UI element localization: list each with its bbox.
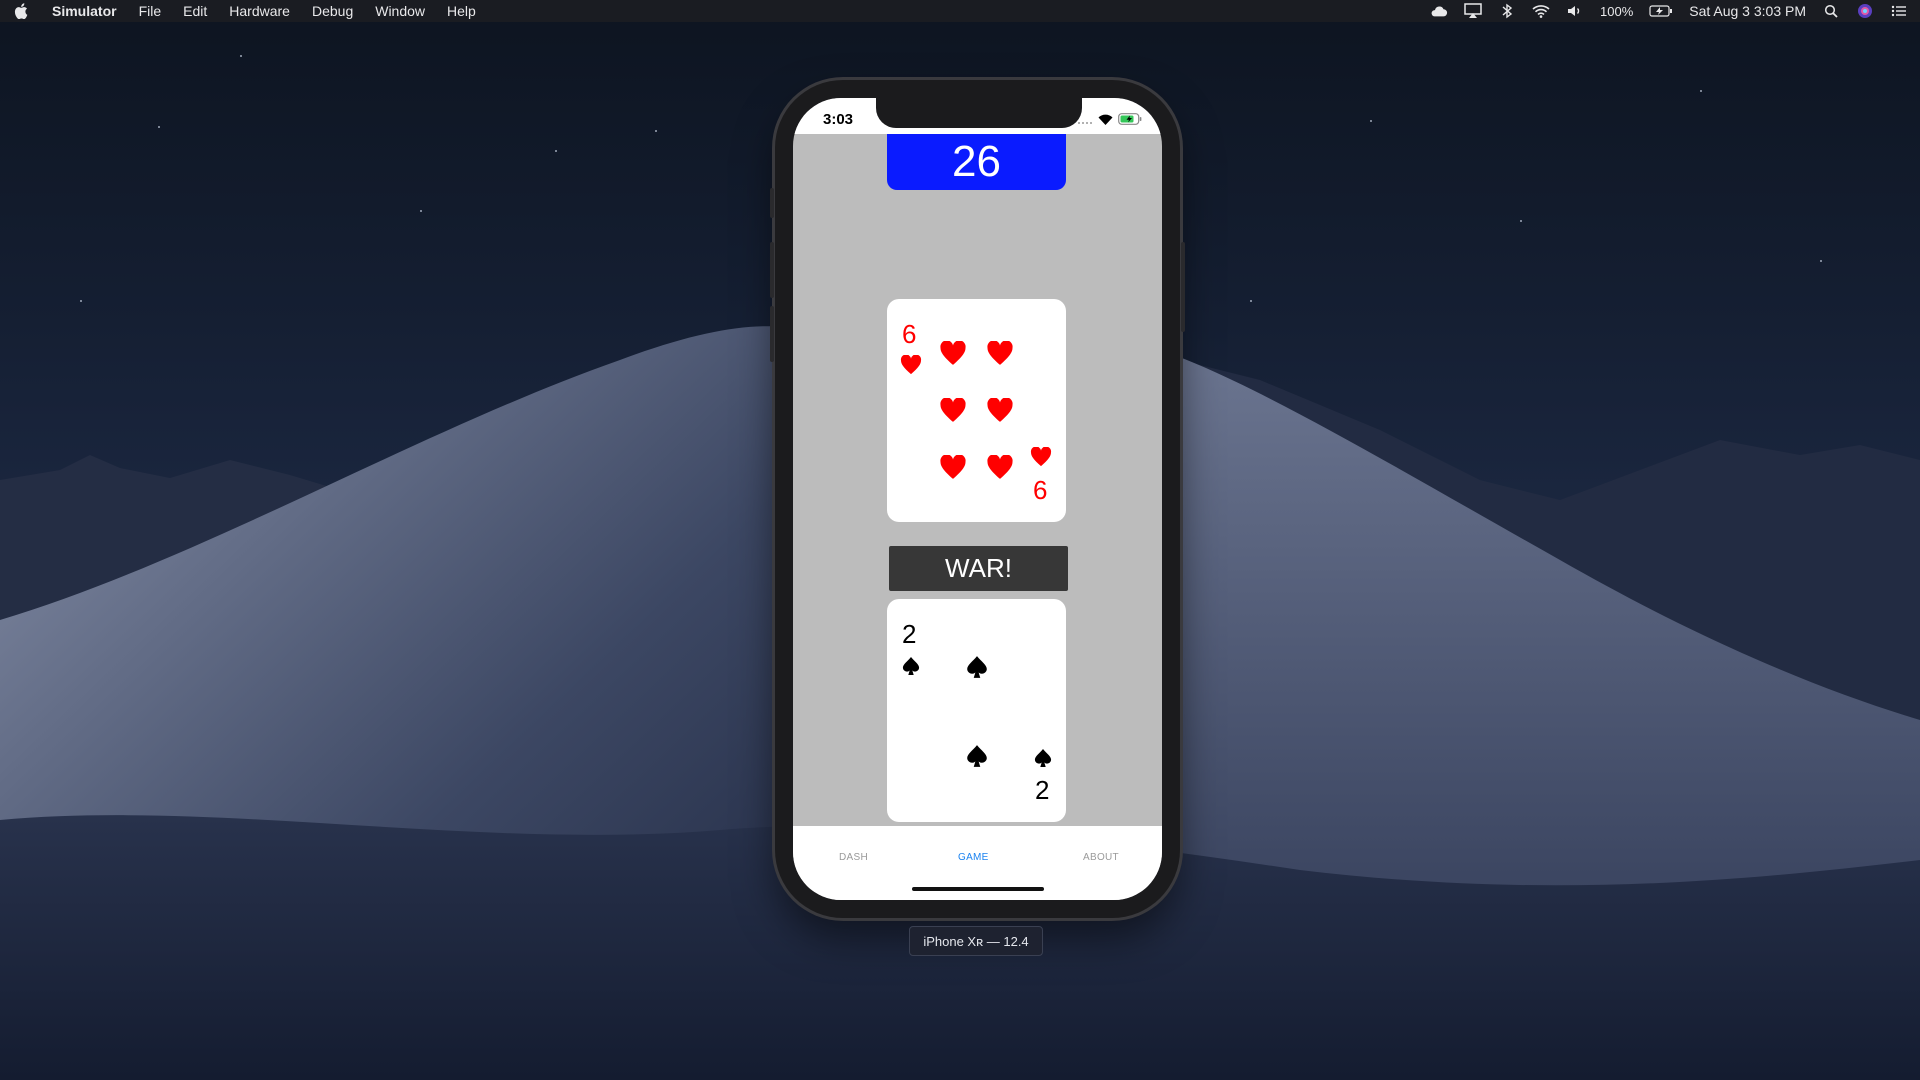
siri-icon[interactable] [1856,2,1874,20]
spade-icon [966,655,988,684]
menu-app-name[interactable]: Simulator [52,3,117,19]
airplay-icon[interactable] [1464,2,1482,20]
tab-game[interactable]: GAME [958,852,989,863]
card-rank-top: 2 [902,619,917,649]
tab-dash[interactable]: DASH [839,852,868,863]
apple-menu-icon[interactable] [12,2,30,20]
device-notch [876,98,1082,128]
battery-percent[interactable]: 100% [1600,4,1633,19]
war-button[interactable]: WAR! [889,546,1068,591]
menu-file[interactable]: File [139,3,162,19]
card-rank-top: 6 [902,319,917,349]
spade-icon [902,656,920,681]
menu-window[interactable]: Window [375,3,425,19]
status-time: 3:03 [823,111,854,128]
tab-about[interactable]: ABOUT [1083,852,1119,863]
spade-icon [1034,748,1052,773]
cloud-icon[interactable] [1430,2,1448,20]
bluetooth-icon[interactable] [1498,2,1516,20]
opponent-card-six-of-hearts: 6 6 [887,299,1066,522]
heart-icon [939,397,967,428]
cellular-signal-icon [1077,112,1093,130]
heart-icon [986,454,1014,485]
wifi-icon [1098,112,1113,130]
notification-center-icon[interactable] [1890,2,1908,20]
opponent-score-label: 26 [887,134,1066,190]
tab-bar: DASH GAME ABOUT [793,826,1162,900]
wifi-icon[interactable] [1532,2,1550,20]
mute-switch[interactable] [770,188,774,218]
heart-icon [986,340,1014,371]
card-rank-bottom: 2 [1035,775,1050,805]
macos-menu-bar: Simulator File Edit Hardware Debug Windo… [0,0,1920,22]
battery-icon [1118,112,1142,130]
volume-down-button[interactable] [770,306,774,362]
menu-edit[interactable]: Edit [183,3,207,19]
phone-screen: 3:03 26 6 6 WAR! 2 2 DASH GAME ABOUT [793,98,1162,900]
volume-icon[interactable] [1566,2,1584,20]
player-card-two-of-spades: 2 2 [887,599,1066,822]
status-icons [1077,112,1142,130]
volume-up-button[interactable] [770,242,774,298]
heart-icon [1030,446,1052,472]
menu-debug[interactable]: Debug [312,3,353,19]
card-rank-bottom: 6 [1033,475,1048,505]
home-indicator[interactable] [912,887,1044,891]
ios-status-bar: 3:03 [793,98,1162,134]
heart-icon [939,340,967,371]
iphone-simulator-device: 3:03 26 6 6 WAR! 2 2 DASH GAME ABOUT [770,80,1185,918]
heart-icon [900,354,922,380]
spotlight-search-icon[interactable] [1822,2,1840,20]
simulator-device-label: iPhone Xʀ — 12.4 [909,926,1043,956]
spade-icon [966,744,988,773]
heart-icon [939,454,967,485]
side-power-button[interactable] [1181,242,1185,332]
heart-icon [986,397,1014,428]
menu-help[interactable]: Help [447,3,476,19]
menu-hardware[interactable]: Hardware [229,3,290,19]
menu-clock[interactable]: Sat Aug 3 3:03 PM [1689,3,1806,19]
battery-charging-icon[interactable] [1649,2,1673,20]
